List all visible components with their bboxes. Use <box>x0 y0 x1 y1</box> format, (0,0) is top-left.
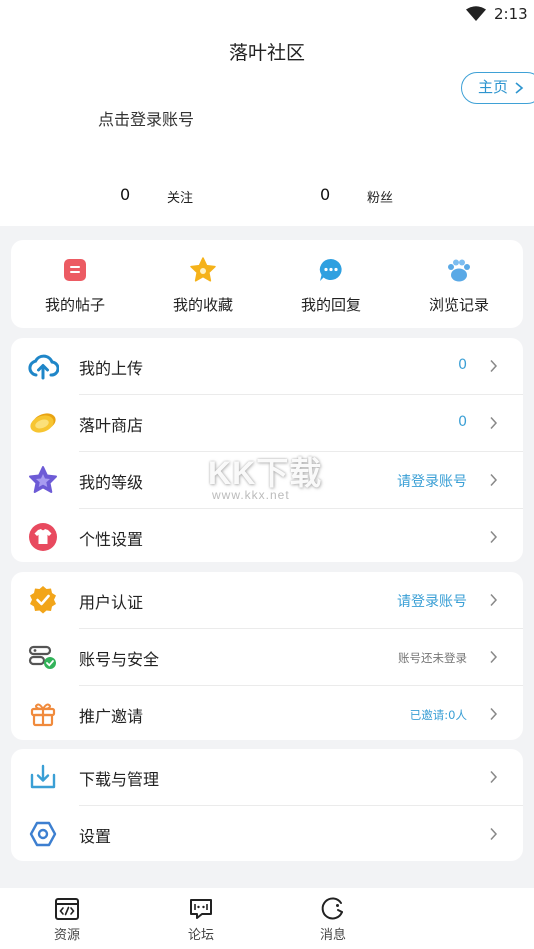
level-star-icon <box>29 466 57 493</box>
quick-my-favorites[interactable]: 我的收藏 <box>139 240 267 328</box>
quick-label: 我的帖子 <box>44 296 105 314</box>
settings-hex-icon <box>29 821 57 847</box>
quick-actions-card: 我的帖子 我的收藏 我的回复 浏览记录 <box>11 240 523 328</box>
profile-header: 落叶社区 主页 点击登录账号 0 关注 0 粉丝 <box>0 30 534 226</box>
clock: 2:13 <box>494 5 528 23</box>
home-button-label: 主页 <box>478 78 509 96</box>
menu-label: 落叶商店 <box>79 416 144 435</box>
chevron-right-icon <box>490 530 498 544</box>
post-icon <box>64 259 86 281</box>
menu-item-verification[interactable]: 用户认证 请登录账号 <box>11 572 523 628</box>
message-icon <box>321 897 343 920</box>
status-bar: 2:13 <box>0 0 534 30</box>
followers-count[interactable]: 0 <box>320 185 330 204</box>
menu-item-downloads[interactable]: 下载与管理 <box>11 749 523 805</box>
quick-my-posts[interactable]: 我的帖子 <box>11 240 139 328</box>
followers-label[interactable]: 粉丝 <box>367 187 393 206</box>
wifi-icon <box>466 6 486 21</box>
menu-group-account: 用户认证 请登录账号 账号与安全 账号还未登录 推广邀请 已邀请:0人 <box>11 572 523 740</box>
page-title: 落叶社区 <box>228 42 305 64</box>
menu-value: 账号还未登录 <box>398 651 467 665</box>
quick-my-replies[interactable]: 我的回复 <box>267 240 395 328</box>
menu-label: 设置 <box>79 827 112 846</box>
following-label[interactable]: 关注 <box>167 187 193 206</box>
tab-label: 资源 <box>53 928 80 943</box>
menu-item-my-level[interactable]: 我的等级 请登录账号 <box>11 452 523 508</box>
menu-group-system: 下载与管理 设置 <box>11 749 523 861</box>
menu-label: 我的上传 <box>79 359 144 378</box>
code-window-icon <box>55 898 79 920</box>
chevron-right-icon <box>515 82 524 94</box>
forum-chat-icon <box>190 899 212 919</box>
account-security-icon <box>28 645 56 669</box>
menu-item-my-uploads[interactable]: 我的上传 0 <box>11 338 523 394</box>
menu-label: 下载与管理 <box>79 770 160 789</box>
menu-item-account-security[interactable]: 账号与安全 账号还未登录 <box>11 629 523 685</box>
tshirt-icon <box>29 523 57 551</box>
chevron-right-icon <box>490 359 498 373</box>
tab-label: 论坛 <box>187 928 214 943</box>
menu-value: 0 <box>458 357 467 373</box>
menu-label: 账号与安全 <box>79 650 160 669</box>
tab-messages[interactable]: 消息 <box>266 888 400 949</box>
verified-badge-icon <box>30 586 56 614</box>
menu-item-invite[interactable]: 推广邀请 已邀请:0人 <box>11 686 523 742</box>
tab-label: 消息 <box>319 928 346 943</box>
menu-label: 用户认证 <box>79 593 144 612</box>
quick-browse-history[interactable]: 浏览记录 <box>395 240 523 328</box>
chevron-right-icon <box>490 416 498 430</box>
coin-icon <box>30 413 56 433</box>
menu-label: 我的等级 <box>79 473 144 492</box>
quick-label: 浏览记录 <box>428 296 489 314</box>
gift-icon <box>30 703 56 727</box>
menu-value: 已邀请:0人 <box>409 708 467 722</box>
menu-value: 请登录账号 <box>397 594 467 610</box>
menu-label: 推广邀请 <box>79 707 144 726</box>
menu-group-personal: 我的上传 0 落叶商店 0 我的等级 请登录账号 个性设置 <box>11 338 523 562</box>
chevron-right-icon <box>490 473 498 487</box>
bottom-tab-bar: 资源 论坛 消息 <box>0 888 534 949</box>
chevron-right-icon <box>490 770 498 784</box>
download-icon <box>30 764 56 789</box>
tab-resources[interactable]: 资源 <box>0 888 134 949</box>
tab-forum[interactable]: 论坛 <box>134 888 268 949</box>
chevron-right-icon <box>490 650 498 664</box>
menu-item-settings[interactable]: 设置 <box>11 806 523 862</box>
chevron-right-icon <box>490 593 498 607</box>
chevron-right-icon <box>490 707 498 721</box>
menu-value: 请登录账号 <box>397 474 467 490</box>
comment-icon <box>319 258 342 281</box>
login-link[interactable]: 点击登录账号 <box>98 106 194 130</box>
menu-label: 个性设置 <box>79 530 144 549</box>
cloud-upload-icon <box>28 354 59 380</box>
quick-label: 我的收藏 <box>172 296 233 314</box>
star-icon <box>190 257 216 282</box>
menu-value: 0 <box>458 414 467 430</box>
menu-item-personalization[interactable]: 个性设置 <box>11 509 523 565</box>
following-count[interactable]: 0 <box>120 185 130 204</box>
quick-label: 我的回复 <box>300 296 361 314</box>
home-button[interactable]: 主页 <box>461 72 534 104</box>
paw-icon <box>448 259 470 282</box>
menu-item-shop[interactable]: 落叶商店 0 <box>11 395 523 451</box>
chevron-right-icon <box>490 827 498 841</box>
